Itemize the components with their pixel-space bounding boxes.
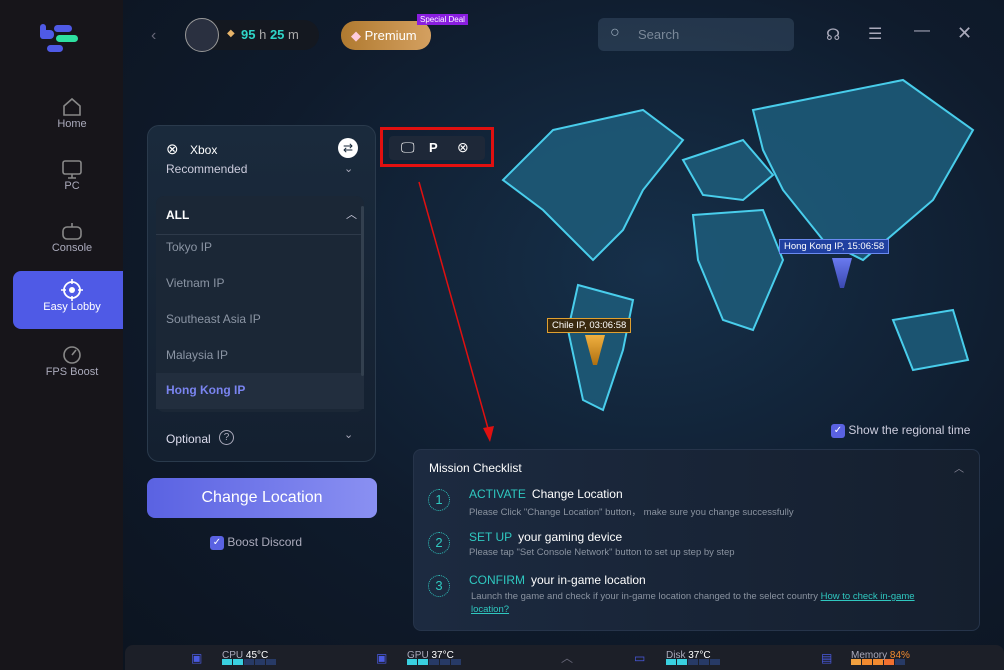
premium-label: Premium bbox=[364, 28, 417, 43]
sidebar-item-label: Console bbox=[51, 242, 93, 254]
pc-platform-icon[interactable]: 🖵 bbox=[401, 139, 415, 156]
step-desc: Please tap "Set Console Network" button … bbox=[469, 547, 735, 558]
premium-button[interactable]: ◆ Premium bbox=[341, 21, 431, 50]
app-logo bbox=[40, 24, 78, 52]
sidebar-item-easy-lobby[interactable]: Easy Lobby bbox=[13, 271, 131, 329]
switch-platform-icon[interactable]: ⇄ bbox=[338, 138, 358, 158]
help-icon[interactable]: ? bbox=[219, 430, 234, 445]
chevron-down-icon[interactable]: ⌄ bbox=[344, 428, 353, 441]
headset-support-icon[interactable]: ☊ bbox=[826, 25, 840, 45]
xbox-platform-icon[interactable]: ⊗ bbox=[457, 139, 469, 156]
chevron-down-icon[interactable]: ⌄ bbox=[344, 162, 353, 175]
all-category[interactable]: ALL bbox=[166, 208, 189, 222]
step-number: 2 bbox=[428, 532, 450, 554]
sidebar-item-label: Easy Lobby bbox=[43, 301, 101, 313]
server-item[interactable]: Malaysia IP bbox=[166, 348, 228, 362]
checkmark-icon: ✓ bbox=[831, 423, 845, 438]
change-location-button[interactable]: Change Location bbox=[147, 478, 377, 518]
show-regional-time-checkbox[interactable]: ✓ Show the regional time bbox=[831, 423, 970, 438]
step-title: your in-game location bbox=[531, 573, 646, 587]
close-icon[interactable]: ✕ bbox=[957, 23, 972, 44]
recommended-dropdown[interactable]: Recommended bbox=[166, 164, 247, 173]
server-item[interactable]: Tokyo IP bbox=[166, 240, 212, 254]
search-input[interactable]: ○ Search bbox=[598, 18, 794, 51]
gamepad-icon bbox=[62, 223, 82, 240]
search-placeholder: Search bbox=[638, 27, 680, 42]
step-number: 3 bbox=[428, 575, 450, 597]
diamond-icon: ◆ bbox=[351, 28, 361, 43]
server-list: ALL ︿ Tokyo IP Vietnam IP Southeast Asia… bbox=[156, 196, 364, 412]
time-balance: ◆ 95 h 25 m bbox=[185, 18, 319, 52]
sidebar-item-pc[interactable]: PC bbox=[13, 152, 131, 210]
server-item-selected[interactable]: Hong Kong IP bbox=[156, 373, 364, 409]
optional-dropdown[interactable]: Optional bbox=[166, 432, 211, 446]
step-key: SET UP bbox=[469, 530, 513, 544]
sidebar-item-label: PC bbox=[64, 180, 80, 192]
step-desc: Please Click "Change Location" button， m… bbox=[469, 507, 794, 518]
avatar[interactable] bbox=[185, 18, 219, 52]
annotation-arrow bbox=[418, 181, 494, 442]
step-key: CONFIRM bbox=[469, 573, 525, 587]
collapse-chevron-icon[interactable]: ︿ bbox=[954, 460, 964, 475]
checkmark-icon: ✓ bbox=[210, 535, 224, 550]
step-number: 1 bbox=[428, 489, 450, 511]
minutes-value: 25 bbox=[269, 27, 285, 42]
special-deal-badge: Special Deal bbox=[417, 14, 468, 25]
map-marker-label: Chile IP, 03:06:58 bbox=[547, 318, 632, 333]
server-item-label: Hong Kong IP bbox=[166, 383, 246, 397]
speedometer-icon bbox=[63, 346, 81, 364]
server-item[interactable]: Vietnam IP bbox=[166, 276, 224, 290]
platform-label: Xbox bbox=[190, 143, 218, 157]
xbox-icon: ⊗ bbox=[166, 141, 179, 158]
sidebar-item-fps-boost[interactable]: FPS Boost bbox=[13, 338, 131, 396]
minutes-unit: m bbox=[288, 27, 299, 42]
boost-discord-label: Boost Discord bbox=[227, 535, 303, 549]
main-area: ◆ 95 h 25 m ‹ ◆ Premium Special Deal ○ S… bbox=[123, 0, 1004, 670]
monitor-icon bbox=[62, 160, 82, 179]
scrollbar[interactable] bbox=[361, 206, 364, 376]
cpu-icon: ▣ bbox=[191, 651, 203, 665]
hours-unit: h bbox=[259, 27, 267, 42]
sidebar-item-label: Home bbox=[57, 118, 87, 130]
mission-title: Mission Checklist bbox=[429, 461, 522, 475]
back-chevron-icon[interactable]: ‹ bbox=[151, 27, 156, 45]
expand-chevron-icon[interactable]: ︿ bbox=[561, 649, 573, 666]
boost-discord-checkbox[interactable]: ✓ Boost Discord bbox=[210, 535, 302, 550]
minimize-icon[interactable]: — bbox=[914, 22, 930, 40]
home-icon bbox=[63, 97, 81, 116]
chevron-up-icon[interactable]: ︿ bbox=[346, 206, 357, 222]
step-key: ACTIVATE bbox=[469, 487, 526, 501]
hours-value: 95 bbox=[241, 27, 256, 42]
search-icon: ○ bbox=[610, 24, 620, 41]
sidebar-item-label: FPS Boost bbox=[45, 366, 99, 378]
system-stats-bar: ▣ CPU 45°C ▣ GPU 37°C ︿ ▭ Disk 37°C ▤ Me… bbox=[125, 645, 1004, 670]
step-title: Change Location bbox=[531, 487, 623, 501]
step-desc: Launch the game and check if your in-gam… bbox=[471, 591, 818, 602]
sidebar: Home PC Console Easy Lobby FPS Boost bbox=[0, 0, 131, 670]
sidebar-item-home[interactable]: Home bbox=[13, 90, 131, 148]
diamond-icon: ◆ bbox=[227, 28, 235, 39]
menu-icon[interactable]: ☰ bbox=[868, 24, 882, 44]
target-icon bbox=[61, 279, 83, 301]
playstation-platform-icon[interactable]: P bbox=[429, 140, 438, 155]
server-panel: ⊗ Xbox ⇄ Recommended ⌄ ALL ︿ Tokyo IP Vi… bbox=[147, 125, 376, 462]
step-title: your gaming device bbox=[518, 530, 623, 544]
server-item[interactable]: Southeast Asia IP bbox=[166, 312, 261, 326]
divider bbox=[156, 234, 364, 235]
mission-checklist: Mission Checklist ︿ 1 ACTIVATE Change Loca… bbox=[413, 449, 980, 631]
map-marker-label: Hong Kong IP, 15:06:58 bbox=[779, 239, 890, 254]
sidebar-item-console[interactable]: Console bbox=[13, 214, 131, 272]
disk-icon: ▭ bbox=[634, 651, 646, 665]
show-regional-time-label: Show the regional time bbox=[848, 423, 971, 437]
memory-icon: ▤ bbox=[821, 651, 833, 665]
gpu-icon: ▣ bbox=[376, 651, 388, 665]
